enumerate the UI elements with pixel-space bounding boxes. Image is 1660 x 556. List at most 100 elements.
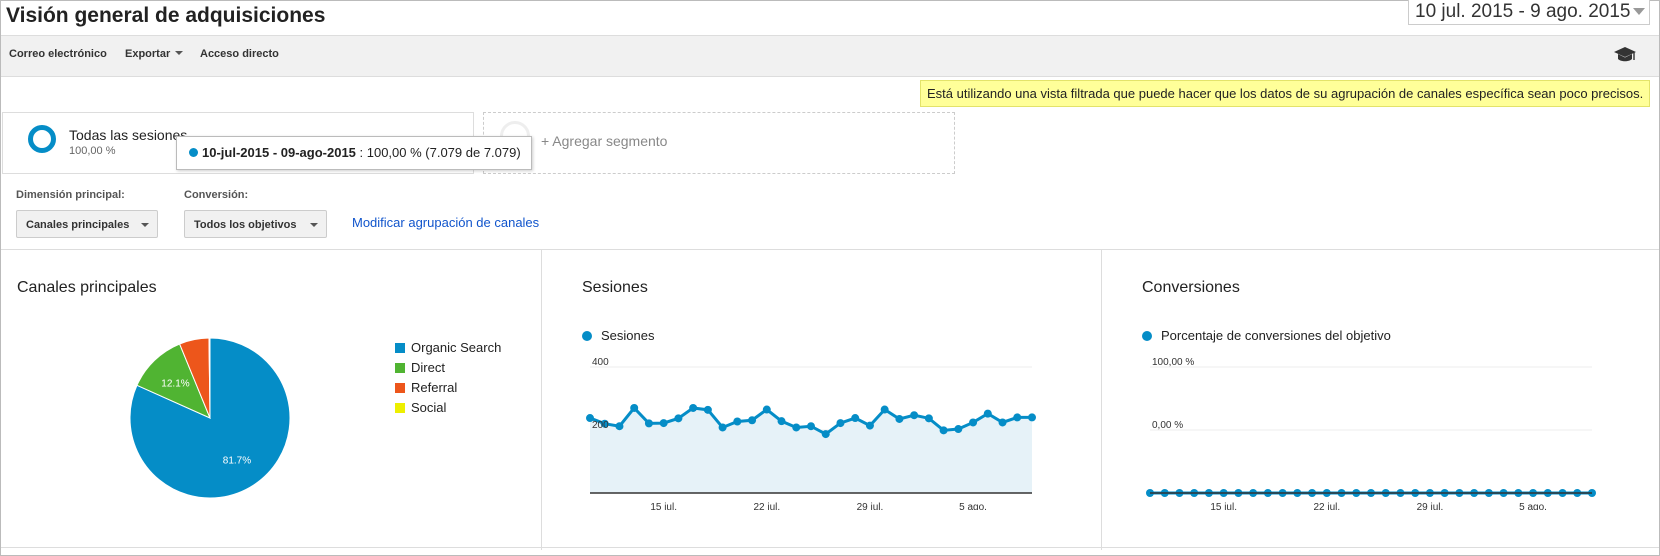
- data-point: [689, 403, 698, 412]
- data-point: [659, 419, 668, 428]
- data-point: [748, 416, 757, 425]
- legend-swatch: [395, 383, 405, 393]
- export-label: Exportar: [125, 48, 171, 60]
- report-toolbar: Correo electrónico Exportar Acceso direc…: [1, 35, 1659, 77]
- y-tick-label: 400: [592, 357, 609, 368]
- data-point: [1013, 413, 1022, 422]
- x-tick-label: 29 jul.: [1417, 502, 1444, 510]
- y-tick-label: 100,00 %: [1152, 357, 1194, 368]
- date-range-label: 10 jul. 2015 - 9 ago. 2015: [1415, 1, 1631, 22]
- dimension-value: Canales principales: [26, 219, 130, 231]
- export-menu[interactable]: Exportar: [125, 48, 184, 60]
- conversions-panel-title: Conversiones: [1142, 279, 1240, 296]
- legend-swatch: [395, 403, 405, 413]
- sessions-panel-title: Sesiones: [582, 279, 648, 296]
- legend-item-direct[interactable]: Direct: [395, 360, 445, 375]
- sessions-series-legend[interactable]: Sesiones: [582, 328, 654, 343]
- data-point: [851, 414, 860, 423]
- segment-name: Todas las sesiones: [69, 127, 188, 143]
- panel-divider: [1101, 250, 1102, 550]
- panels-bottom-divider: [1, 547, 1659, 548]
- series-dot-icon: [189, 148, 198, 157]
- data-point: [924, 414, 933, 423]
- data-point: [983, 409, 992, 418]
- legend-label: Direct: [411, 360, 445, 375]
- x-tick-label: 5 ago.: [959, 502, 987, 510]
- series-dot-icon: [1142, 331, 1152, 341]
- channels-panel-title: Canales principales: [17, 279, 157, 296]
- filtered-view-warning: Está utilizando una vista filtrada que p…: [920, 80, 1651, 107]
- shortcut-button[interactable]: Acceso directo: [200, 48, 279, 60]
- data-point: [836, 419, 845, 428]
- data-point: [998, 418, 1007, 427]
- page-title: Visión general de adquisiciones: [6, 4, 326, 27]
- series-dot-icon: [582, 331, 592, 341]
- conversions-series-legend[interactable]: Porcentaje de conversiones del objetivo: [1142, 328, 1391, 343]
- data-point: [865, 421, 874, 430]
- legend-swatch: [395, 343, 405, 353]
- data-point: [703, 405, 712, 414]
- data-point: [910, 411, 919, 420]
- panel-divider: [541, 250, 542, 550]
- caret-down-icon: [141, 223, 149, 227]
- segment-tooltip: 10-jul-2015 - 09-ago-2015 : 100,00 % (7.…: [176, 136, 532, 170]
- segment-ring-icon: [28, 125, 56, 153]
- x-tick-label: 5 ago.: [1519, 502, 1547, 510]
- chevron-down-icon: [1633, 8, 1645, 15]
- legend-item-referral[interactable]: Referral: [395, 380, 457, 395]
- conversion-value: Todos los objetivos: [194, 219, 297, 231]
- panels-divider: [1, 249, 1659, 250]
- x-tick-label: 22 jul.: [1313, 502, 1340, 510]
- email-button[interactable]: Correo electrónico: [9, 48, 107, 60]
- legend-item-social[interactable]: Social: [395, 400, 446, 415]
- data-point: [792, 423, 801, 432]
- data-point: [1028, 413, 1036, 422]
- x-tick-label: 15 jul.: [1210, 502, 1237, 510]
- pie-slice-label: 12.1%: [161, 378, 189, 389]
- pie-slice-label: 81.7%: [223, 456, 251, 467]
- conversion-label: Conversión:: [184, 189, 249, 201]
- caret-down-icon: [310, 223, 318, 227]
- tooltip-value: : 100,00 % (7.079 de 7.079): [355, 145, 521, 160]
- data-point: [969, 418, 978, 427]
- data-point: [630, 403, 639, 412]
- date-range-picker[interactable]: 10 jul. 2015 - 9 ago. 2015: [1408, 0, 1650, 25]
- modify-channel-grouping-link[interactable]: Modificar agrupación de canales: [352, 215, 539, 230]
- data-point: [777, 417, 786, 426]
- series-area: [590, 407, 1032, 493]
- dimension-dropdown[interactable]: Canales principales: [16, 210, 158, 238]
- y-tick-label: 200: [592, 420, 609, 431]
- conversion-dropdown[interactable]: Todos los objetivos: [184, 210, 327, 238]
- legend-swatch: [395, 363, 405, 373]
- data-point: [895, 414, 904, 423]
- add-segment-button[interactable]: + Agregar segmento: [483, 112, 955, 174]
- y-tick-label: 0,00 %: [1152, 420, 1183, 431]
- x-tick-label: 22 jul.: [753, 502, 780, 510]
- conversions-series-label: Porcentaje de conversiones del objetivo: [1161, 328, 1391, 343]
- data-point: [644, 419, 653, 428]
- tooltip-range: 10-jul-2015 - 09-ago-2015: [202, 145, 356, 160]
- legend-label: Referral: [411, 380, 458, 395]
- segment-percentage: 100,00 %: [69, 145, 116, 157]
- legend-label: Organic Search: [411, 340, 502, 355]
- x-tick-label: 15 jul.: [650, 502, 677, 510]
- data-point: [762, 405, 771, 414]
- channels-pie-chart: 81.7% 12.1%: [129, 337, 291, 499]
- sessions-line-chart: 400 200 15 jul. 22 jul. 29 jul. 5 ago.: [586, 357, 1036, 510]
- legend-item-organic-search[interactable]: Organic Search: [395, 340, 501, 355]
- x-tick-label: 29 jul.: [857, 502, 884, 510]
- add-segment-label: + Agregar segmento: [541, 133, 668, 149]
- data-point: [939, 426, 948, 435]
- data-point: [807, 422, 815, 431]
- data-point: [674, 414, 683, 423]
- data-point: [954, 425, 963, 434]
- legend-label: Social: [411, 400, 447, 415]
- dimension-label: Dimensión principal:: [16, 189, 125, 201]
- conversions-line-chart: 100,00 % 0,00 % 15 jul. 22 jul. 29 jul. 5 ago…: [1146, 357, 1596, 510]
- graduation-cap-icon[interactable]: [1613, 44, 1637, 66]
- data-point: [733, 417, 742, 426]
- data-point: [880, 405, 889, 414]
- data-point: [718, 423, 727, 432]
- sessions-series-label: Sesiones: [601, 328, 655, 343]
- caret-down-icon: [175, 51, 184, 55]
